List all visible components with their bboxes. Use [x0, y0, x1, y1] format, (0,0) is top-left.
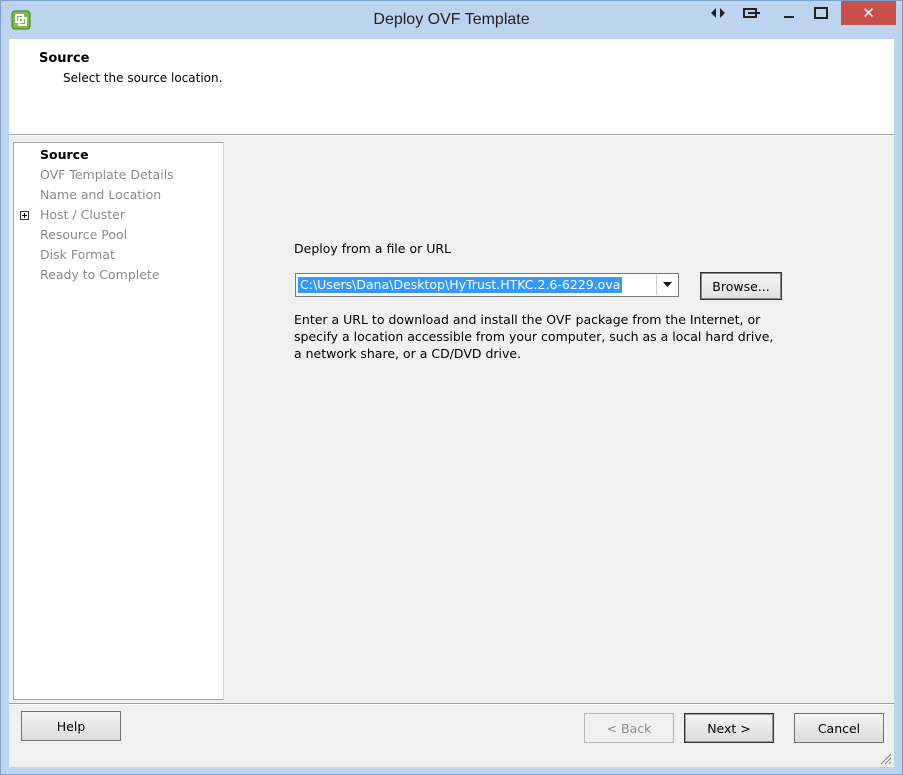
- expand-plus-icon[interactable]: [20, 211, 29, 220]
- source-content-panel: Deploy from a file or URL C:\Users\Dana\…: [223, 142, 894, 698]
- footer-divider-highlight: [9, 704, 894, 705]
- window-title: Deploy OVF Template: [373, 11, 530, 28]
- step-host-cluster: Host / Cluster: [40, 207, 125, 222]
- resize-arrows-icon[interactable]: [707, 1, 729, 25]
- source-path-combobox[interactable]: C:\Users\Dana\Desktop\HyTrust.HTKC.2.6-6…: [295, 273, 679, 297]
- step-source[interactable]: Source: [40, 147, 89, 162]
- deploy-ovf-window: Deploy OVF Template ✕ Source Select the …: [0, 0, 903, 775]
- dropdown-arrow-icon[interactable]: [656, 275, 677, 295]
- help-button[interactable]: Help: [21, 711, 121, 741]
- wizard-client-area: Source Select the source location. Sourc…: [9, 39, 894, 767]
- maximize-button[interactable]: [807, 1, 835, 25]
- source-help-text: Enter a URL to download and install the …: [294, 312, 774, 361]
- step-disk-format: Disk Format: [40, 247, 115, 262]
- step-ovf-template-details: OVF Template Details: [40, 167, 174, 182]
- step-ready-to-complete: Ready to Complete: [40, 267, 160, 282]
- step-resource-pool: Resource Pool: [40, 227, 128, 242]
- header-divider: [9, 135, 894, 136]
- wizard-steps-panel: Source OVF Template Details Name and Loc…: [13, 142, 224, 700]
- browse-button[interactable]: Browse...: [700, 272, 782, 300]
- close-button[interactable]: ✕: [841, 1, 896, 25]
- source-path-value[interactable]: C:\Users\Dana\Desktop\HyTrust.HTKC.2.6-6…: [298, 277, 623, 293]
- next-button[interactable]: Next >: [684, 713, 774, 743]
- page-title: Source: [39, 51, 90, 66]
- resize-grip-icon[interactable]: [878, 751, 892, 765]
- back-button[interactable]: < Back: [584, 713, 674, 743]
- wizard-header: Source Select the source location.: [9, 39, 894, 135]
- restore-icon[interactable]: [741, 1, 763, 25]
- page-subtitle: Select the source location.: [63, 71, 223, 85]
- cancel-button[interactable]: Cancel: [794, 713, 884, 743]
- deploy-from-label: Deploy from a file or URL: [294, 241, 452, 256]
- title-bar[interactable]: Deploy OVF Template ✕: [1, 1, 902, 39]
- minimize-button[interactable]: [775, 1, 803, 25]
- step-name-and-location: Name and Location: [40, 187, 162, 202]
